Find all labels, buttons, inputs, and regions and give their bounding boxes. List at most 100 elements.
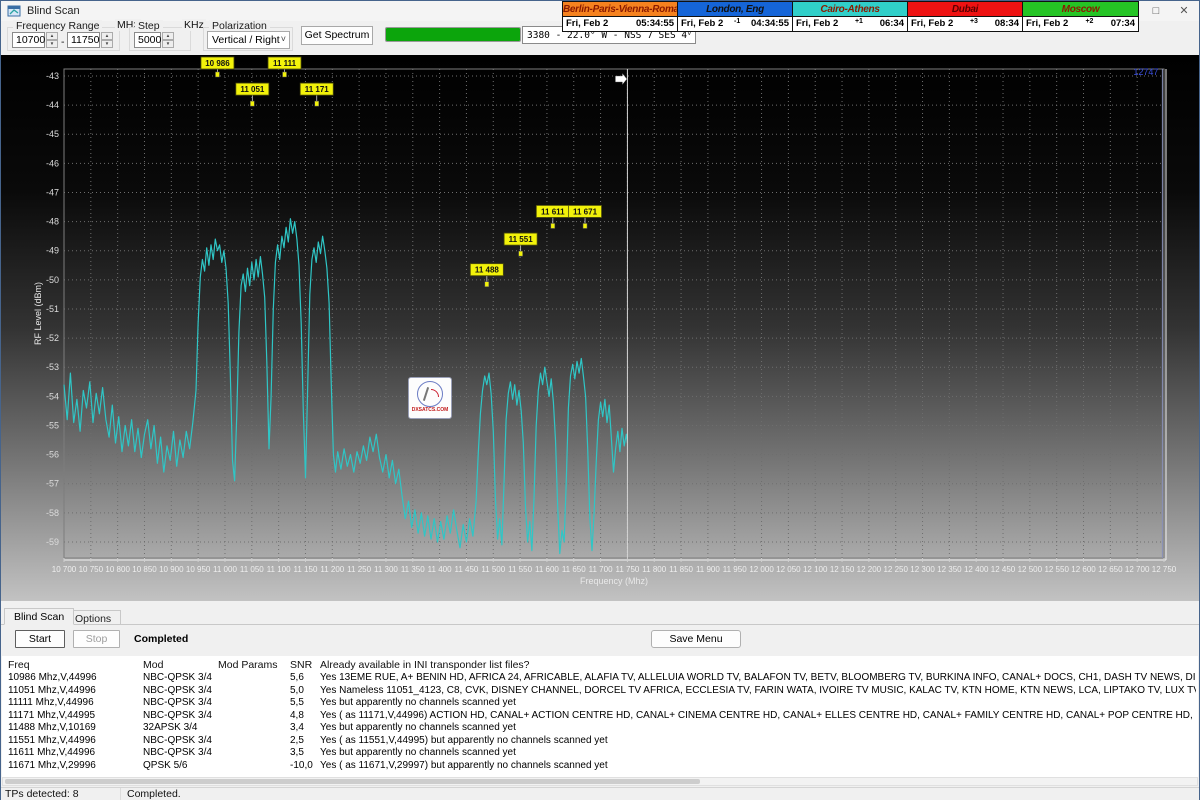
spin-down-icon[interactable]: ▼	[46, 40, 58, 48]
svg-text:-53: -53	[46, 362, 59, 372]
table-row[interactable]: 11611 Mhz,V,44996NBC-QPSK 3/43,5Yes but …	[2, 747, 1198, 760]
satellite-dish-icon	[417, 381, 443, 407]
clock-time: Fri, Feb 2+106:34	[793, 17, 907, 31]
table-row[interactable]: 11488 Mhz,V,1016932APSK 3/43,4Yes but ap…	[2, 722, 1198, 735]
tp-table[interactable]: Freq Mod Mod Params SNR Already availabl…	[2, 656, 1198, 777]
tab-blind-scan[interactable]: Blind Scan	[4, 608, 74, 625]
cell-c3: 5,6	[290, 672, 318, 685]
spin-down-icon[interactable]: ▼	[101, 40, 113, 48]
polarization-value: Vertical / Right	[212, 34, 280, 46]
svg-text:11 850: 11 850	[669, 565, 693, 574]
svg-text:12 400: 12 400	[964, 565, 989, 574]
svg-text:-44: -44	[46, 100, 59, 110]
svg-text:-59: -59	[46, 537, 59, 547]
svg-text:12 150: 12 150	[830, 565, 855, 574]
maximize-button[interactable]: □	[1143, 1, 1169, 21]
svg-text:-52: -52	[46, 333, 59, 343]
svg-text:-56: -56	[46, 450, 59, 460]
cell-c1: NBC-QPSK 3/4	[143, 685, 216, 698]
svg-text:12 200: 12 200	[857, 565, 882, 574]
svg-text:11 200: 11 200	[320, 565, 344, 574]
cell-c0: 11051 Mhz,V,44996	[8, 685, 140, 698]
svg-text:12 000: 12 000	[749, 565, 774, 574]
svg-text:11 350: 11 350	[401, 565, 425, 574]
table-row[interactable]: 11051 Mhz,V,44996NBC-QPSK 3/4 5,0Yes Name…	[2, 685, 1198, 698]
table-row[interactable]: 11111 Mhz,V,44996NBC-QPSK 3/45,5Yes but …	[2, 697, 1198, 710]
status-message: Completed.	[127, 788, 181, 800]
svg-text:11 750: 11 750	[615, 565, 639, 574]
polarization-select[interactable]: Vertical / Right ˅	[207, 31, 290, 49]
svg-text:11 800: 11 800	[642, 565, 666, 574]
svg-text:-55: -55	[46, 420, 59, 430]
start-button[interactable]: Start	[15, 630, 65, 648]
svg-text:11 600: 11 600	[535, 565, 559, 574]
cell-c3: 5,0	[290, 685, 318, 698]
edge-marker-label: 12747	[1133, 67, 1158, 77]
app-icon	[7, 4, 21, 18]
svg-text:11 300: 11 300	[374, 565, 398, 574]
spin-up-icon[interactable]: ▲	[162, 32, 174, 40]
cell-c0: 11171 Mhz,V,44995	[8, 710, 140, 723]
step-value[interactable]: 5000	[134, 32, 161, 48]
svg-text:11 488: 11 488	[475, 266, 500, 275]
table-row[interactable]: 10986 Mhz,V,44996NBC-QPSK 3/45,6Yes 13EM…	[2, 672, 1198, 685]
step-stepper[interactable]: 5000 ▲ ▼	[134, 32, 174, 48]
spin-down-icon[interactable]: ▼	[162, 40, 174, 48]
table-row[interactable]: 11671 Mhz,V,29996QPSK 5/6-10,0Yes ( as 1…	[2, 760, 1198, 773]
svg-text:-47: -47	[46, 187, 59, 197]
dxsatcs-watermark: DXSATCS.COM	[408, 377, 452, 419]
table-body: 10986 Mhz,V,44996NBC-QPSK 3/45,6Yes 13EM…	[2, 672, 1198, 772]
spectrum-chart[interactable]: 10 70010 75010 80010 85010 90010 95011 0…	[1, 55, 1199, 601]
clock-time: Fri, Feb 2+207:34	[1023, 17, 1138, 31]
scroll-thumb[interactable]	[5, 779, 700, 784]
svg-text:12 750: 12 750	[1152, 565, 1177, 574]
spectrum-chart-panel: 10 70010 75010 80010 85010 90010 95011 0…	[1, 55, 1199, 601]
statusbar: TPs detected: 8 Completed.	[1, 787, 1199, 800]
svg-text:11 250: 11 250	[347, 565, 371, 574]
table-row[interactable]: 11171 Mhz,V,44995NBC-QPSK 3/44,8Yes ( as…	[2, 710, 1198, 723]
cell-c1: NBC-QPSK 3/4	[143, 697, 216, 710]
clock-city: London, Eng	[678, 2, 792, 17]
bottom-tabstrip: Blind Scan Options	[1, 607, 1199, 625]
watermark-text: DXSATCS.COM	[409, 407, 451, 413]
svg-text:12 350: 12 350	[937, 565, 962, 574]
cell-c0: 11111 Mhz,V,44996	[8, 697, 140, 710]
svg-text:12 550: 12 550	[1044, 565, 1069, 574]
tps-detected: TPs detected: 8	[5, 788, 121, 800]
clock-city: Cairo-Athens	[793, 2, 907, 17]
svg-text:11 500: 11 500	[481, 565, 505, 574]
get-spectrum-button[interactable]: Get Spectrum	[301, 26, 373, 45]
cell-c3: 5,5	[290, 697, 318, 710]
scan-status-text: Completed	[134, 633, 188, 645]
svg-text:10 750: 10 750	[79, 565, 104, 574]
cell-c0: 11671 Mhz,V,29996	[8, 760, 140, 773]
table-header: Freq Mod Mod Params SNR Already availabl…	[2, 656, 1198, 672]
cell-c3: 3,5	[290, 747, 318, 760]
svg-text:10 850: 10 850	[132, 565, 157, 574]
stop-button[interactable]: Stop	[73, 630, 120, 648]
svg-text:11 111: 11 111	[273, 59, 297, 68]
clock-cell: Cairo-AthensFri, Feb 2+106:34	[793, 2, 908, 31]
h-scrollbar[interactable]	[2, 777, 1198, 786]
svg-text:11 900: 11 900	[696, 565, 720, 574]
col-mod-params: Mod Params	[218, 659, 287, 671]
svg-text:11 051: 11 051	[240, 85, 265, 94]
table-row[interactable]: 11551 Mhz,V,44996NBC-QPSK 3/42,5Yes ( as…	[2, 735, 1198, 748]
cell-c0: 11488 Mhz,V,10169	[8, 722, 140, 735]
scan-progressbar	[385, 27, 521, 42]
spin-up-icon[interactable]: ▲	[101, 32, 113, 40]
save-menu-button[interactable]: Save Menu	[651, 630, 741, 648]
freq-to-value[interactable]: 11750	[67, 32, 100, 48]
svg-text:11 050: 11 050	[240, 565, 264, 574]
freq-from-stepper[interactable]: 10700 ▲ ▼	[12, 32, 58, 48]
cell-c1: NBC-QPSK 3/4	[143, 672, 216, 685]
svg-text:12 600: 12 600	[1071, 565, 1096, 574]
freq-from-value[interactable]: 10700	[12, 32, 45, 48]
step-label: Step	[135, 20, 163, 32]
clock-cell: London, EngFri, Feb 2-104:34:55	[678, 2, 793, 31]
cell-c4: Yes Nameless 11051_4123, C8, CVK, DISNEY…	[320, 685, 1196, 698]
svg-text:11 550: 11 550	[508, 565, 532, 574]
spin-up-icon[interactable]: ▲	[46, 32, 58, 40]
freq-to-stepper[interactable]: 11750 ▲ ▼	[67, 32, 113, 48]
close-icon[interactable]: ✕	[1171, 1, 1197, 21]
